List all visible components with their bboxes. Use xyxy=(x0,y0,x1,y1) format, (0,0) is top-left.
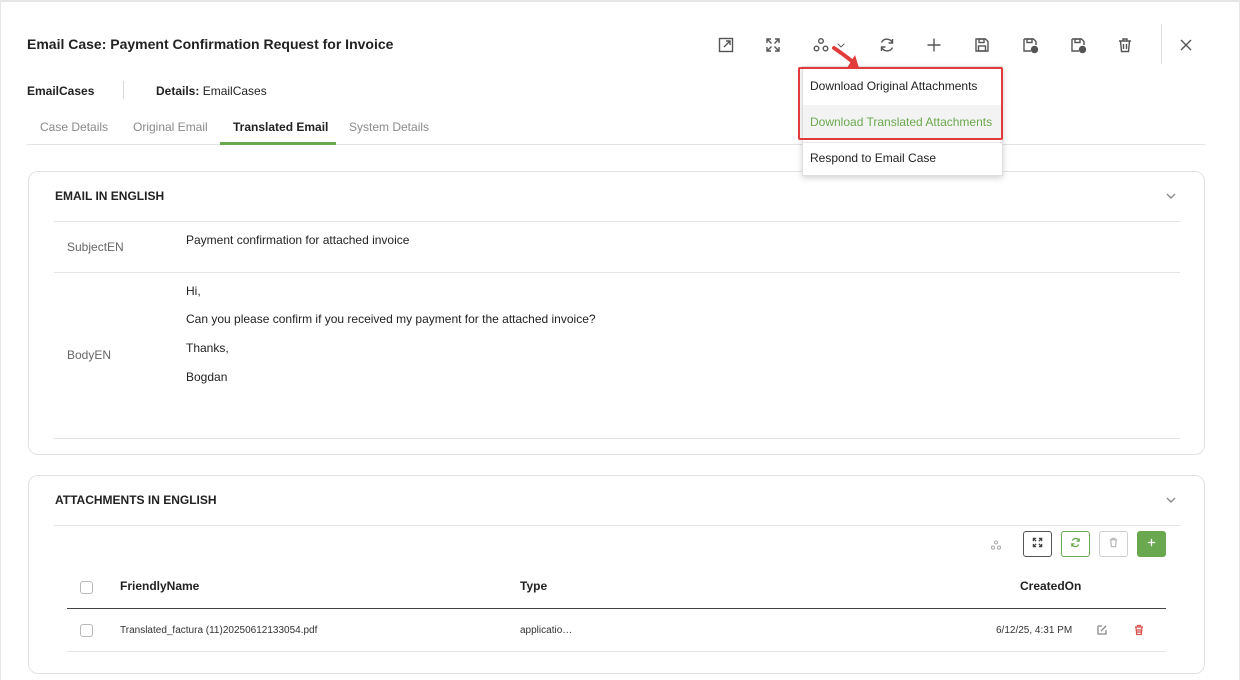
grid-delete-button[interactable] xyxy=(1099,531,1128,557)
delete-icon xyxy=(1116,36,1134,57)
table-header-divider xyxy=(67,608,1166,609)
cell-friendly-name[interactable]: Translated_factura (11)20250612133054.pd… xyxy=(120,625,317,636)
breadcrumb-entity[interactable]: EmailCases xyxy=(27,84,94,98)
open-new-window-button[interactable] xyxy=(712,32,740,60)
edit-icon xyxy=(1096,625,1108,639)
chevron-down-icon xyxy=(1164,496,1178,510)
breadcrumb-details-label: Details: xyxy=(156,84,200,98)
section-divider xyxy=(54,221,1180,222)
add-button[interactable] xyxy=(920,32,948,60)
grid-workflow-button[interactable] xyxy=(990,539,1004,553)
save-icon xyxy=(973,36,991,57)
add-icon xyxy=(1146,537,1157,551)
expand-icon xyxy=(764,36,782,57)
expand-button[interactable] xyxy=(759,32,787,60)
refresh-icon xyxy=(1070,537,1081,551)
column-header-type[interactable]: Type xyxy=(520,579,547,593)
tab-system-details[interactable]: System Details xyxy=(349,120,429,134)
cell-type: applicatio… xyxy=(520,625,573,636)
delete-icon xyxy=(1108,537,1119,551)
column-header-friendly-name[interactable]: FriendlyName xyxy=(120,579,199,593)
attachments-section-collapse[interactable] xyxy=(1164,493,1178,507)
refresh-button[interactable] xyxy=(873,32,901,60)
body-line: Bogdan xyxy=(186,370,228,384)
menu-item-download-translated-attachments[interactable]: Download Translated Attachments xyxy=(803,105,1002,139)
tab-translated-email[interactable]: Translated Email xyxy=(233,120,328,134)
workflow-icon xyxy=(812,36,830,57)
page-title: Email Case: Payment Confirmation Request… xyxy=(27,36,394,52)
grid-expand-button[interactable] xyxy=(1023,531,1052,557)
workflow-icon xyxy=(990,540,1002,554)
grid-add-button[interactable] xyxy=(1137,531,1166,557)
email-section-title: EMAIL IN ENGLISH xyxy=(55,189,165,203)
save-and-new-button[interactable] xyxy=(1016,32,1044,60)
email-section-collapse[interactable] xyxy=(1164,189,1178,203)
body-label: BodyEN xyxy=(67,348,112,362)
row-edit-button[interactable] xyxy=(1096,624,1110,638)
subject-value: Payment confirmation for attached invoic… xyxy=(186,233,410,247)
toolbar-divider xyxy=(1161,24,1162,64)
save-and-new-icon xyxy=(1021,36,1039,57)
workflow-menu-toggle[interactable] xyxy=(831,32,851,60)
chevron-down-icon xyxy=(835,39,847,54)
field-divider xyxy=(54,438,1180,439)
close-button[interactable] xyxy=(1172,32,1200,60)
workflow-dropdown-menu: Download Original Attachments Download T… xyxy=(802,66,1003,176)
tab-original-email[interactable]: Original Email xyxy=(133,120,208,134)
tab-bar: Case Details Original Email Translated E… xyxy=(27,110,1205,145)
delete-button[interactable] xyxy=(1111,32,1139,60)
close-icon xyxy=(1177,36,1195,57)
refresh-icon xyxy=(878,36,896,57)
cell-created-on: 6/12/25, 4:31 PM xyxy=(996,625,1073,636)
grid-refresh-button[interactable] xyxy=(1061,531,1090,557)
delete-icon xyxy=(1133,624,1145,639)
save-button[interactable] xyxy=(968,32,996,60)
breadcrumb-details: Details: EmailCases xyxy=(156,84,267,98)
open-new-window-icon xyxy=(717,36,735,57)
field-divider xyxy=(54,272,1180,273)
body-line: Can you please confirm if you received m… xyxy=(186,312,596,326)
add-icon xyxy=(925,36,943,57)
breadcrumb-details-value: EmailCases xyxy=(202,84,267,98)
column-header-created-on[interactable]: CreatedOn xyxy=(1020,579,1081,593)
save-and-close-button[interactable] xyxy=(1064,32,1092,60)
body-line: Hi, xyxy=(186,284,201,298)
email-section-card: EMAIL IN ENGLISH SubjectEN Payment confi… xyxy=(28,171,1205,455)
row-divider xyxy=(67,651,1166,652)
body-line: Thanks, xyxy=(186,341,229,355)
menu-item-respond-to-email-case[interactable]: Respond to Email Case xyxy=(803,141,1002,175)
section-divider xyxy=(54,525,1180,526)
chevron-down-icon xyxy=(1164,192,1178,206)
expand-icon xyxy=(1032,537,1043,551)
active-tab-indicator xyxy=(220,142,336,145)
row-checkbox[interactable] xyxy=(80,624,93,637)
attachments-section-card: ATTACHMENTS IN ENGLISH FriendlyName Type… xyxy=(28,475,1205,674)
breadcrumb-divider xyxy=(123,81,124,99)
tab-case-details[interactable]: Case Details xyxy=(40,120,108,134)
attachments-section-title: ATTACHMENTS IN ENGLISH xyxy=(55,493,217,507)
select-all-checkbox[interactable] xyxy=(80,581,93,594)
row-delete-button[interactable] xyxy=(1133,624,1147,638)
subject-label: SubjectEN xyxy=(67,240,124,254)
app-window: Email Case: Payment Confirmation Request… xyxy=(0,0,1240,680)
save-and-close-icon xyxy=(1069,36,1087,57)
menu-item-download-original-attachments[interactable]: Download Original Attachments xyxy=(803,69,1002,103)
